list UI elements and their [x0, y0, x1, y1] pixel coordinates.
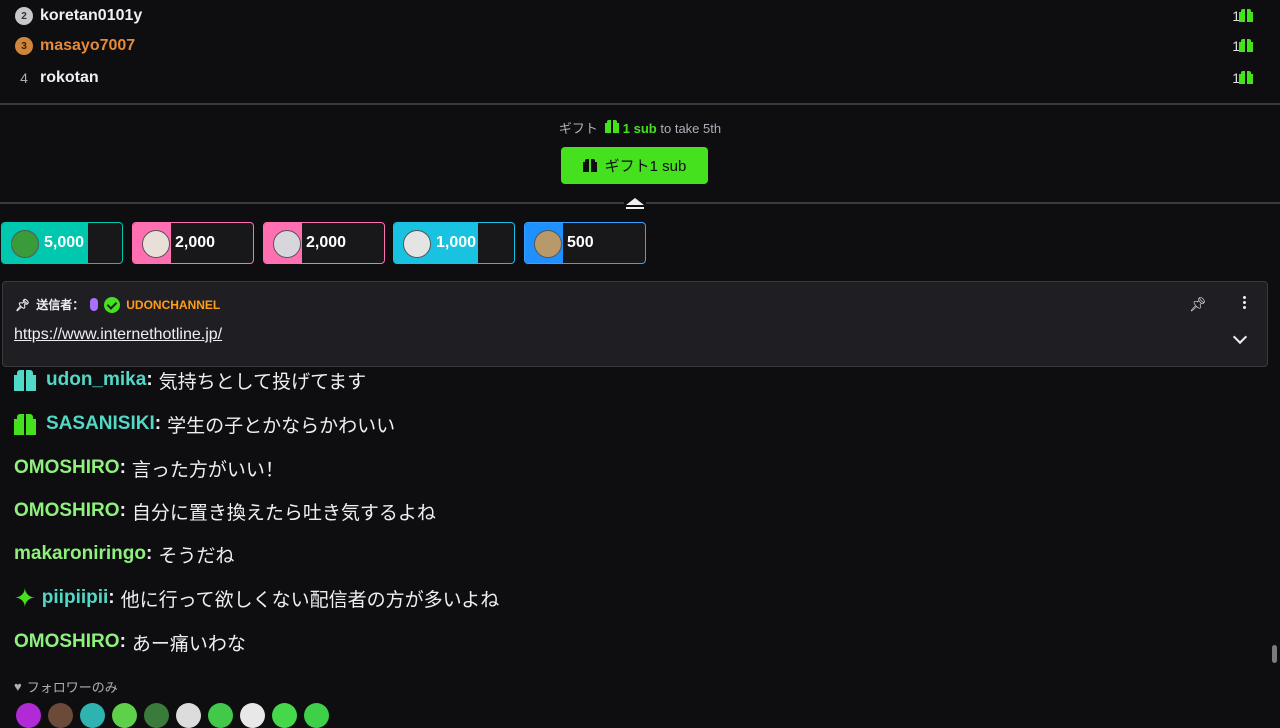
- chat-text: 自分に置き換えたら吐き気するよね: [131, 502, 436, 524]
- chat-text: 言った方がいい！: [131, 459, 284, 481]
- chat-username[interactable]: piipiipii: [42, 587, 109, 609]
- gift-icon: [582, 159, 597, 172]
- more-vertical-icon[interactable]: [1243, 296, 1247, 309]
- chat-username[interactable]: SASANISIKI: [46, 413, 155, 435]
- chat-message[interactable]: SASANISIKI : 学生の子とかならかわいい: [14, 409, 395, 439]
- chat-message[interactable]: OMOSHIRO : あー痛いわな: [14, 627, 246, 657]
- hype-chip[interactable]: 5,000: [1, 222, 123, 264]
- avatar: [11, 230, 39, 258]
- hype-chip-amount: 2,000: [306, 234, 347, 251]
- chat-colon: :: [119, 457, 126, 478]
- scrollbar[interactable]: [1272, 645, 1277, 663]
- hype-chip[interactable]: 2,000: [132, 222, 254, 264]
- heart-icon: ♥: [14, 679, 22, 694]
- sparkle-badge-icon[interactable]: ✦: [14, 585, 36, 611]
- hype-chip[interactable]: 2,000: [263, 222, 385, 264]
- emote-icon[interactable]: [240, 703, 265, 728]
- chat-message[interactable]: udon_mika : 気持ちとして投げてます: [14, 365, 366, 395]
- avatar: [142, 230, 170, 258]
- pinned-header: 📌︎ 送信者： UDONCHANNEL: [15, 296, 220, 313]
- gift-prompt-prefix: ギフト: [558, 121, 598, 136]
- chat-text: あー痛いわな: [131, 633, 246, 655]
- emote-icon[interactable]: [48, 703, 73, 728]
- leaderboard-row: 4 rokotan 1: [0, 62, 1280, 94]
- chat-username[interactable]: OMOSHIRO: [14, 500, 120, 522]
- unpin-icon[interactable]: 📌︎: [1189, 296, 1207, 313]
- rank-badge: 3: [15, 37, 33, 55]
- gift-icon: [1239, 71, 1253, 84]
- collapse-icon[interactable]: [624, 193, 646, 213]
- emote-icon[interactable]: [80, 703, 105, 728]
- chevron-down-icon[interactable]: [1232, 329, 1248, 345]
- follower-only-label: フォロワーのみ: [26, 680, 118, 695]
- emote-icon[interactable]: [208, 703, 233, 728]
- pinned-message: 📌︎ 送信者： UDONCHANNEL https://www.internet…: [2, 281, 1268, 367]
- leaderboard-username[interactable]: masayo7007: [40, 37, 135, 55]
- chat-colon: :: [154, 413, 162, 434]
- chat-text: 学生の子とかならかわいい: [167, 415, 396, 437]
- hype-chip-amount: 1,000: [436, 234, 477, 251]
- chat-colon: :: [146, 369, 153, 390]
- avatar: [403, 230, 431, 258]
- avatar: [534, 230, 562, 258]
- leaderboard-username[interactable]: koretan0101y: [40, 7, 142, 25]
- divider: [0, 103, 1280, 105]
- emote-icon[interactable]: [272, 703, 297, 728]
- chat-colon: :: [119, 631, 126, 652]
- chat-message[interactable]: OMOSHIRO : 自分に置き換えたら吐き気するよね: [14, 496, 436, 526]
- chat-colon: :: [108, 587, 115, 608]
- leaderboard-row: 2 koretan0101y 1: [0, 0, 1280, 32]
- rank-badge: 2: [15, 7, 33, 25]
- emote-icon[interactable]: [304, 703, 329, 728]
- leaderboard-row: 3 masayo7007 1: [0, 30, 1280, 62]
- chat-username[interactable]: udon_mika: [46, 369, 146, 391]
- emote-icon[interactable]: [112, 703, 137, 728]
- rank-number: 4: [20, 70, 28, 86]
- gift-icon: [605, 120, 620, 133]
- chat-text: 気持ちとして投げてます: [158, 371, 367, 393]
- gift-prompt-sub: 1 sub: [622, 121, 657, 136]
- emote-tray: [16, 703, 329, 728]
- gift-sub-button-label: ギフト1 sub: [604, 158, 687, 175]
- hype-chip-amount: 500: [567, 234, 594, 251]
- follower-only-notice: ♥ フォロワーのみ: [14, 677, 118, 696]
- gift-icon: [1239, 9, 1253, 22]
- chat-message[interactable]: OMOSHIRO : 言った方がいい！: [14, 453, 284, 483]
- emote-icon[interactable]: [144, 703, 169, 728]
- avatar: [273, 230, 301, 258]
- gift-prompt: ギフト 1 sub to take 5th: [0, 118, 1280, 137]
- hype-chip[interactable]: 1,000: [393, 222, 515, 264]
- gift-sub-button[interactable]: ギフト1 sub: [561, 147, 708, 184]
- chat-text: 他に行って欲しくない配信者の方が多いよね: [120, 589, 500, 611]
- gift-prompt-suffix: to take 5th: [660, 121, 722, 136]
- gift-icon: [1239, 39, 1253, 52]
- chat-colon: :: [145, 543, 153, 564]
- chat-username[interactable]: OMOSHIRO: [14, 457, 120, 479]
- hype-chip-amount: 5,000: [44, 234, 85, 251]
- pinned-sender-label: 送信者：: [36, 298, 85, 312]
- hype-chip-amount: 2,000: [175, 234, 216, 251]
- hype-chip[interactable]: 500: [524, 222, 646, 264]
- pinned-channel-name[interactable]: UDONCHANNEL: [126, 298, 220, 312]
- chat-text: そうだね: [158, 545, 235, 567]
- gift-leaderboard: 2 koretan0101y 1 3 masayo7007 1 4 rokota…: [0, 0, 1280, 104]
- emote-icon[interactable]: [16, 703, 41, 728]
- chat-message[interactable]: ✦ piipiipii : 他に行って欲しくない配信者の方が多いよね: [14, 583, 499, 613]
- verified-badge-icon: [104, 296, 121, 313]
- pin-icon: 📌︎: [15, 297, 31, 312]
- chat-colon: :: [119, 500, 126, 521]
- chat-message[interactable]: makaroniringo : そうだね: [14, 539, 234, 569]
- microphone-icon: [90, 298, 99, 311]
- chat-username[interactable]: makaroniringo: [14, 543, 146, 565]
- pinned-link[interactable]: https://www.internethotline.jp/: [14, 326, 222, 344]
- chat-username[interactable]: OMOSHIRO: [14, 631, 120, 653]
- emote-icon[interactable]: [176, 703, 201, 728]
- gift-badge-icon[interactable]: [14, 369, 36, 391]
- leaderboard-username[interactable]: rokotan: [40, 69, 99, 87]
- gift-badge-icon[interactable]: [14, 413, 36, 435]
